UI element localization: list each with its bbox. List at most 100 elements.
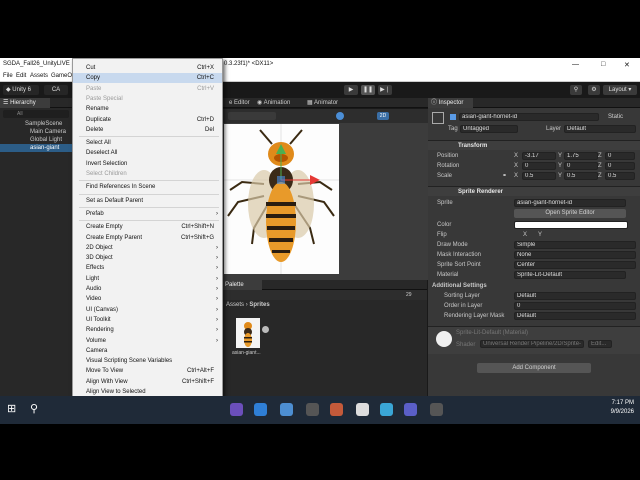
sort-point-dropdown[interactable]: Center [514,261,636,269]
breadcrumb-sprites[interactable]: Sprites [249,302,269,308]
context-menu-item[interactable]: Rendering › [73,325,222,335]
menu-assets[interactable]: Assets [30,73,48,79]
search-button[interactable]: ⚲ [570,85,582,95]
maximize-icon[interactable]: □ [601,61,605,68]
context-menu-item[interactable]: Visual Scripting Scene Variables [73,356,222,366]
additional-settings-row[interactable]: Additional Settings [428,281,640,291]
tab-animation[interactable]: ◉ Animation [254,98,293,108]
context-menu-item[interactable]: Delete Del [73,125,222,135]
scale-y-field[interactable]: 0.5 [564,172,598,180]
scale-x-field[interactable]: 0.5 [522,172,556,180]
sprite-field[interactable]: asian-giant-hornet-id [514,199,626,207]
context-menu-item[interactable]: Cut Ctrl+X [73,63,222,73]
scene-tools-group[interactable] [228,112,276,120]
cloud-account-button[interactable]: CA [44,85,68,95]
context-menu-item[interactable]: Light › [73,274,222,284]
teams-icon[interactable] [380,403,393,416]
settings-button[interactable]: ⚙ [588,85,600,95]
tab-animator[interactable]: ▦ Animator [304,98,341,108]
sprite-renderer-header[interactable]: Sprite Renderer [428,186,640,196]
github-icon[interactable] [230,403,243,416]
position-x-field[interactable]: -3.17 [522,152,556,160]
unity-hub-icon[interactable] [306,403,319,416]
layer-dropdown[interactable]: Default [564,125,636,133]
context-menu-item[interactable]: Select All [73,138,222,148]
rotation-x-field[interactable]: 0 [522,162,556,170]
app-icon-2[interactable] [330,403,343,416]
link-icon[interactable]: ⚭ [502,171,507,181]
hierarchy-item-camera[interactable]: Main Camera [0,128,72,136]
add-component-button[interactable]: Add Component [477,363,591,373]
position-y-field[interactable]: 1.75 [564,152,598,160]
context-menu-item[interactable]: Paste Special [73,94,222,104]
teams-icon-2[interactable] [404,403,417,416]
layout-dropdown[interactable]: Layout ▾ [603,85,637,95]
position-z-field[interactable]: 0 [605,152,635,160]
draw-mode-dropdown[interactable]: Simple [514,241,636,249]
step-button[interactable]: ▶❘ [378,85,392,95]
sorting-layer-dropdown[interactable]: Default [514,292,636,300]
context-menu-item[interactable]: Paste Ctrl+V [73,84,222,94]
menu-edit[interactable]: Edit [16,73,26,79]
minimize-icon[interactable]: — [572,61,579,68]
vscode-icon[interactable] [254,403,267,416]
context-menu-item[interactable]: Set as Default Parent [73,196,222,206]
unity-account-button[interactable]: ◆ Unity 6 [3,85,39,95]
material-field[interactable]: Sprite-Lit-Default [514,271,626,279]
tab-tile-palette-editor[interactable]: e Editor [226,98,253,108]
context-menu-item[interactable]: Create Empty Parent Ctrl+Shift+G [73,233,222,243]
context-menu-item[interactable]: Select Children [73,169,222,179]
context-menu-item[interactable]: Rename [73,104,222,114]
app-icon[interactable] [280,403,293,416]
active-checkbox[interactable] [450,114,456,120]
context-menu-item[interactable]: Volume › [73,336,222,346]
static-toggle[interactable]: Static [608,114,623,120]
tag-dropdown[interactable]: Untagged [460,125,518,133]
context-menu-item[interactable]: Audio › [73,284,222,294]
mask-dropdown[interactable]: None [514,251,636,259]
context-menu-item[interactable]: Find References In Scene [73,182,222,192]
breadcrumb-assets[interactable]: Assets [226,302,244,308]
shader-dropdown[interactable]: Universal Render Pipeline/2D/Sprite- [480,340,584,348]
menu-file[interactable]: File [3,73,13,79]
context-menu-item[interactable]: Invert Selection [73,159,222,169]
context-menu-item[interactable]: 2D Object › [73,243,222,253]
context-menu-item[interactable]: Move To View Ctrl+Alt+F [73,366,222,376]
close-icon[interactable]: ✕ [624,61,630,69]
color-swatch[interactable] [514,221,628,229]
flip-y-checkbox[interactable]: Y [538,230,542,240]
rendering-layer-mask-dropdown[interactable]: Default [514,312,636,320]
play-button[interactable]: ▶ [344,85,358,95]
context-menu-item[interactable]: 3D Object › [73,253,222,263]
context-menu-item[interactable]: UI Toolkit › [73,315,222,325]
flip-x-checkbox[interactable]: X [523,230,527,240]
hierarchy-item-hornet[interactable]: asian-giant [0,144,72,152]
scale-z-field[interactable]: 0.5 [605,172,635,180]
hierarchy-search-input[interactable]: All [3,110,69,118]
gizmo-toggle-icon[interactable] [336,112,344,120]
context-menu-item[interactable]: Effects › [73,263,222,273]
pause-button[interactable]: ❚❚ [361,85,375,95]
transform-header[interactable]: Transform [428,140,640,150]
hierarchy-item-scene[interactable]: SampleScene [0,120,72,128]
unity-editor-icon[interactable] [430,403,443,416]
context-menu-item[interactable]: Create Empty Ctrl+Shift+N [73,222,222,232]
object-name-field[interactable]: asian-giant-hornet-id [459,113,599,121]
search-icon[interactable]: ⚲ [30,403,43,416]
context-menu-item[interactable]: Duplicate Ctrl+D [73,115,222,125]
tab-hierarchy[interactable]: ☰ Hierarchy [0,98,50,108]
asset-thumbnail[interactable] [236,318,260,348]
shader-edit-button[interactable]: Edit... [588,340,612,348]
order-in-layer-field[interactable]: 0 [514,302,636,310]
hornet-sprite[interactable] [224,124,339,274]
context-menu-item[interactable]: Prefab › [73,209,222,219]
tab-inspector[interactable]: ⓘ Inspector [428,98,473,108]
hierarchy-item-light[interactable]: Global Light [0,136,72,144]
2d-mode-button[interactable]: 2D [377,112,389,120]
rotation-y-field[interactable]: 0 [564,162,598,170]
rotation-z-field[interactable]: 0 [605,162,635,170]
context-menu-item[interactable]: Video › [73,294,222,304]
context-menu-item[interactable]: Align With View Ctrl+Shift+F [73,377,222,387]
tab-palette[interactable]: Palette [222,280,262,290]
menu-gameobject[interactable]: GameO [51,73,72,79]
